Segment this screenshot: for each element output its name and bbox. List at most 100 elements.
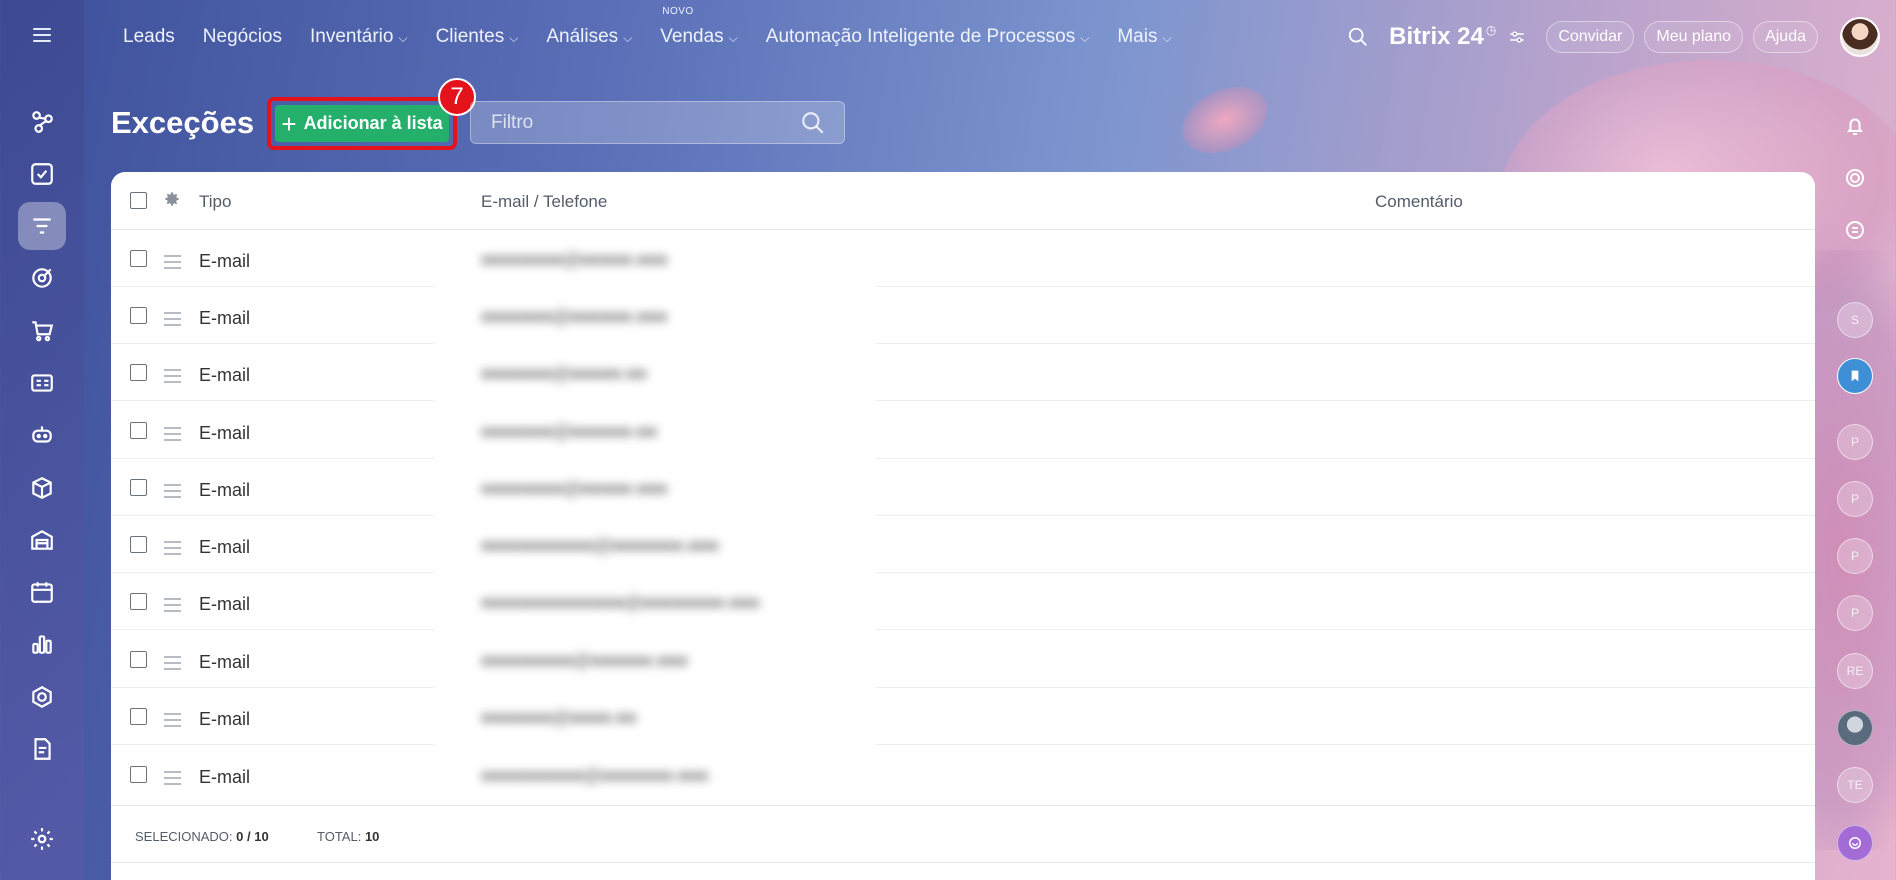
contact-avatar[interactable]: P [1837,595,1873,631]
page-title: Exceções [111,105,255,140]
contact-avatar[interactable]: S [1837,302,1873,338]
crm-icon[interactable] [18,98,66,146]
search-icon[interactable] [1347,26,1369,48]
table-row[interactable]: E-mail ●●●●●●●@●●●●.●● [111,688,1815,745]
user-avatar[interactable] [1840,17,1880,57]
row-checkbox[interactable] [130,422,147,439]
select-all-checkbox[interactable] [130,192,147,209]
document-icon[interactable] [18,725,66,773]
row-checkbox[interactable] [130,651,147,668]
drag-handle-icon[interactable] [164,656,181,674]
contact-avatar[interactable]: P [1837,481,1873,517]
contact-avatar[interactable]: RE [1837,653,1873,689]
row-type: E-mail [199,594,251,614]
filter-icon[interactable] [18,202,66,250]
robot-icon[interactable] [18,411,66,459]
total-count: TOTAL: 10 [317,829,380,844]
card-icon[interactable] [18,359,66,407]
table-row[interactable]: E-mail ●●●●●●●@●●●●●●.●● [111,402,1815,459]
table-row[interactable]: E-mail ●●●●●●●●●●●@●●●●●●●.●●● [111,516,1815,573]
table-row[interactable]: E-mail ●●●●●●●●@●●●●●.●●● [111,459,1815,516]
calendar-icon[interactable] [18,568,66,616]
drag-handle-icon[interactable] [164,713,181,731]
chevron-down-icon: ⌵ [623,31,633,45]
contact-avatar-photo[interactable] [1837,710,1873,746]
bell-icon[interactable] [1837,108,1873,144]
row-checkbox[interactable] [130,766,147,783]
nav-item-automacao[interactable]: Automação Inteligente de Processos ⌵ [766,26,1090,48]
chart-icon[interactable] [18,620,66,668]
row-checkbox[interactable] [130,479,147,496]
row-type: E-mail [199,308,251,328]
nav-item-analises[interactable]: Análises ⌵ [546,26,632,48]
row-type: E-mail [199,709,251,729]
row-checkbox[interactable] [130,364,147,381]
table-row[interactable]: E-mail ●●●●●●●@●●●●●.●● [111,344,1815,401]
row-type: E-mail [199,365,251,385]
filter-input[interactable] [471,111,800,134]
chevron-down-icon: ⌵ [1162,31,1172,45]
search-icon[interactable] [800,110,826,136]
row-checkbox[interactable] [130,307,147,324]
drag-handle-icon[interactable] [164,369,181,387]
table-row[interactable]: E-mail ●●●●●●●●@●●●●●.●●● [111,230,1815,287]
selected-count: SELECIONADO: 0 / 10 [135,829,269,844]
drag-handle-icon[interactable] [164,598,181,616]
row-checkbox[interactable] [130,593,147,610]
filter-field[interactable] [470,101,845,144]
add-to-list-button[interactable]: + Adicionar à lista [275,105,449,142]
nav-item-vendas[interactable]: NOVO Vendas ⌵ [660,6,738,48]
column-email-phone[interactable]: E-mail / Telefone [481,192,607,212]
drag-handle-icon[interactable] [164,255,181,273]
row-type: E-mail [199,537,251,557]
copilot-icon[interactable] [1837,825,1873,861]
box-icon[interactable] [18,464,66,512]
column-type[interactable]: Tipo [199,192,231,212]
row-contact: ●●●●●●●@●●●●.●● [481,708,637,727]
background-petal [1171,73,1279,167]
nav-item-negocios[interactable]: Negócios [203,26,282,48]
nav-item-mais[interactable]: Mais ⌵ [1117,26,1171,48]
my-plan-button[interactable]: Meu plano [1644,21,1744,53]
row-checkbox[interactable] [130,536,147,553]
sliders-icon[interactable] [1508,28,1526,46]
tasks-icon[interactable] [18,150,66,198]
row-type: E-mail [199,423,251,443]
gear-icon[interactable] [163,190,181,208]
table-row[interactable]: E-mail ●●●●●●●@●●●●●●.●●● [111,287,1815,344]
row-checkbox[interactable] [130,708,147,725]
nav-item-clientes[interactable]: Clientes ⌵ [436,26,519,48]
drag-handle-icon[interactable] [164,541,181,559]
warehouse-icon[interactable] [18,516,66,564]
spiral-icon[interactable] [1837,160,1873,196]
table-row[interactable]: E-mail ●●●●●●●●●@●●●●●●.●●● [111,631,1815,688]
hexagon-icon[interactable] [18,673,66,721]
table-row[interactable]: E-mail ●●●●●●●●●●@●●●●●●●.●●● [111,746,1815,803]
chat-icon[interactable] [1837,212,1873,248]
nav-item-inventario[interactable]: Inventário ⌵ [310,26,408,48]
row-contact: ●●●●●●●●●●@●●●●●●●.●●● [481,766,709,785]
right-sidebar: S P P P P RE TE [1815,74,1896,880]
drag-handle-icon[interactable] [164,427,181,445]
nav-item-leads[interactable]: Leads [123,26,175,48]
target-icon[interactable] [18,254,66,302]
invite-button[interactable]: Convidar [1546,21,1635,53]
contact-avatar[interactable]: P [1837,538,1873,574]
contact-avatar[interactable]: P [1837,424,1873,460]
brand-logo[interactable]: Bitrix 24 ◷ [1389,23,1496,51]
help-button[interactable]: Ajuda [1753,21,1818,53]
row-checkbox[interactable] [130,250,147,267]
settings-icon[interactable] [18,815,66,863]
drag-handle-icon[interactable] [164,484,181,502]
hamburger-menu-icon[interactable] [28,24,56,52]
column-comment[interactable]: Comentário [1375,192,1463,212]
new-badge: NOVO [662,6,694,17]
chevron-down-icon: ⌵ [398,31,408,45]
chevron-down-icon: ⌵ [1080,31,1090,45]
table-row[interactable]: E-mail ●●●●●●●●●●●●●●@●●●●●●●●.●●● [111,573,1815,630]
bookmark-icon[interactable] [1837,358,1873,394]
contact-avatar[interactable]: TE [1837,767,1873,803]
cart-icon[interactable] [18,307,66,355]
drag-handle-icon[interactable] [164,312,181,330]
drag-handle-icon[interactable] [164,771,181,789]
